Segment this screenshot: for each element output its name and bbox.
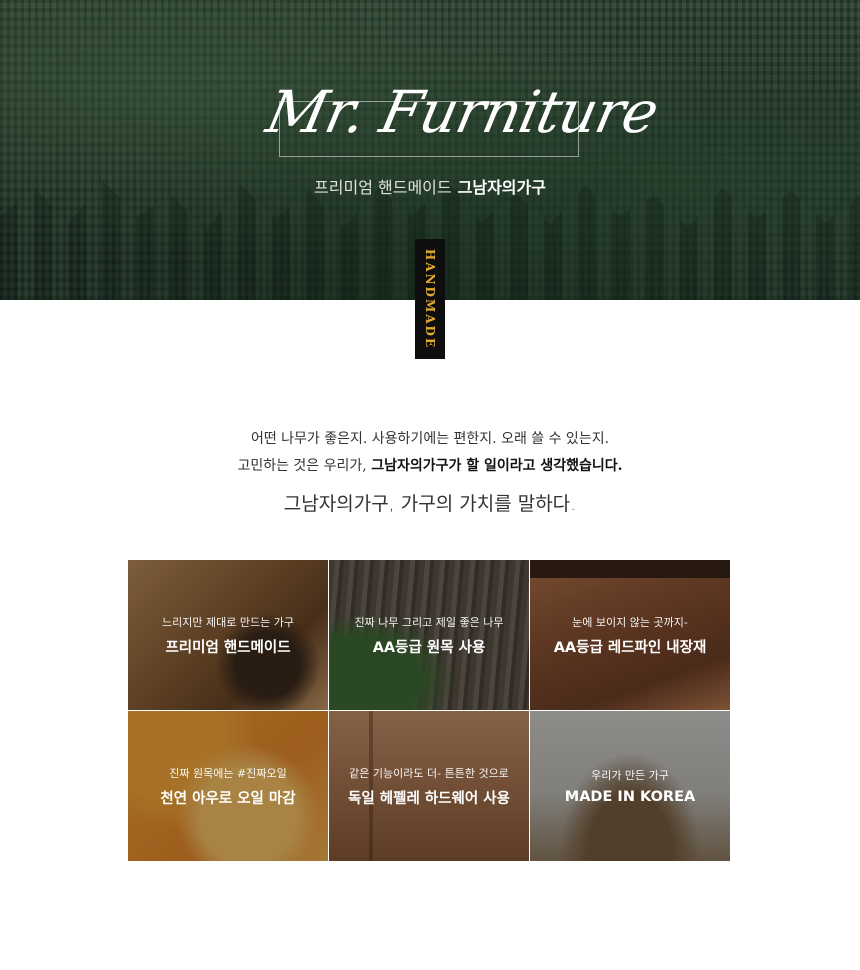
feature-subtitle: 우리가 만든 가구 [591, 769, 669, 782]
feature-subtitle: 진짜 원목에는 #진짜오일 [169, 766, 287, 780]
feature-tile-solid-wood: 진짜 나무 그리고 제일 좋은 나무 AA등급 원목 사용 [329, 560, 529, 710]
feature-title: AA등급 레드파인 내장재 [553, 639, 707, 656]
intro-line-1: 어떤 나무가 좋은지. 사용하기에는 편한지. 오래 쓸 수 있는지. [250, 431, 610, 447]
feature-subtitle: 눈에 보이지 않는 곳까지- [572, 615, 688, 629]
feature-tile-handmade: 느리지만 제대로 만드는 가구 프리미엄 핸드메이드 [128, 560, 328, 710]
hero-tagline: 프리미엄 핸드메이드 그남자의가구 [0, 174, 860, 198]
handmade-label: HANDMADE [423, 248, 438, 350]
feature-title: 독일 헤펠레 하드웨어 사용 [348, 790, 510, 807]
feature-subtitle: 진짜 나무 그리고 제일 좋은 나무 [354, 615, 504, 629]
intro-line-2: 고민하는 것은 우리가, 그남자의가구가 할 일이라고 생각했습니다. [0, 455, 860, 475]
feature-subtitle: 같은 기능이라도 더- 튼튼한 것으로 [349, 766, 509, 780]
tagline-bold: 그남자의가구 [457, 178, 546, 197]
intro-line-2-bold: 그남자의가구가 할 일이라고 생각했습니다. [371, 458, 623, 474]
feature-title: MADE IN KOREA [564, 789, 696, 805]
feature-title: AA등급 원목 사용 [372, 639, 486, 656]
feature-tile-made-in-korea: 우리가 만든 가구 MADE IN KOREA [530, 711, 730, 861]
feature-tile-oil-finish: 진짜 원목에는 #진짜오일 천연 아우로 오일 마감 [128, 711, 328, 861]
feature-title: 프리미엄 핸드메이드 [165, 639, 291, 656]
brand-logo: Mr. Furniture [260, 78, 664, 146]
feature-grid: 느리지만 제대로 만드는 가구 프리미엄 핸드메이드 진짜 나무 그리고 제일 … [128, 560, 730, 861]
feature-tile-redpine: 눈에 보이지 않는 곳까지- AA등급 레드파인 내장재 [530, 560, 730, 710]
intro-headline: 그남자의가구, 가구의 가치를 말하다. [283, 493, 577, 515]
tagline-light: 프리미엄 핸드메이드 [314, 178, 452, 197]
feature-title: 천연 아우로 오일 마감 [160, 790, 296, 807]
feature-tile-hardware: 같은 기능이라도 더- 튼튼한 것으로 독일 헤펠레 하드웨어 사용 [329, 711, 529, 861]
handmade-badge: HANDMADE [415, 239, 445, 359]
intro-line-2-prefix: 고민하는 것은 우리가, [237, 458, 372, 474]
feature-subtitle: 느리지만 제대로 만드는 가구 [162, 615, 294, 629]
